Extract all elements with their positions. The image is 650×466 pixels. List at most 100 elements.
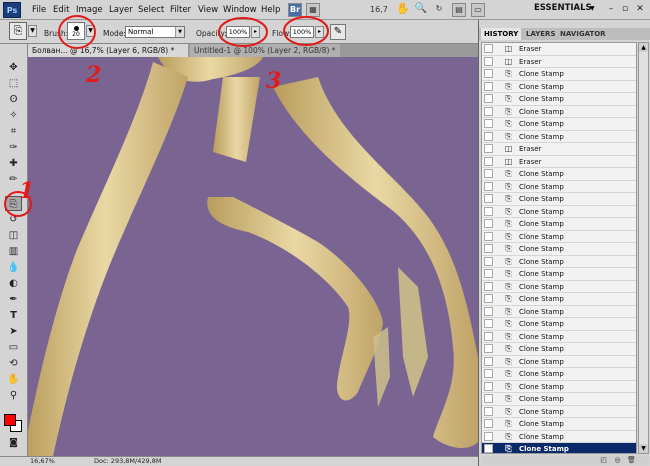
history-row-label: Eraser [519,45,542,53]
scroll-down-icon[interactable]: ▼ [639,444,648,453]
history-brush-source-checkbox[interactable] [484,181,493,191]
history-row[interactable]: ⎘ Clone Stamp [482,68,636,81]
history-brush-source-checkbox[interactable] [484,306,493,316]
clone-stamp-icon: ⎘ [505,169,512,178]
history-row[interactable]: ⎘ Clone Stamp [482,393,636,406]
history-brush-source-checkbox[interactable] [484,231,493,241]
history-row[interactable]: ◫ Eraser [482,143,636,156]
history-row[interactable]: ⎘ Clone Stamp [482,406,636,418]
history-row-label: Clone Stamp [519,95,564,103]
history-brush-source-checkbox[interactable] [484,419,493,428]
history-row-label: Clone Stamp [519,407,564,416]
scroll-up-icon[interactable]: ▲ [639,43,648,52]
status-bar: 16,67% Doc: 293,8M/429,8M [0,456,478,466]
history-panel-footer: ◰ ◎ 🗑 [481,456,649,465]
history-brush-source-checkbox[interactable] [484,369,493,378]
history-row-label: Eraser [519,157,542,166]
history-row[interactable]: ⎘ Clone Stamp [482,193,636,206]
history-row[interactable]: ⎘ Clone Stamp [482,418,636,431]
history-brush-source-checkbox[interactable] [484,244,493,253]
history-brush-source-checkbox[interactable] [484,406,493,416]
history-brush-source-checkbox[interactable] [484,344,493,353]
history-row-label: Clone Stamp [519,432,564,441]
history-row[interactable]: ⎘ Clone Stamp [482,431,636,443]
clone-stamp-icon: ⎘ [505,431,512,441]
tab-layers[interactable]: LAYERS [523,28,559,40]
clone-stamp-icon: ⎘ [505,331,512,341]
history-row[interactable]: ⎘ Clone Stamp [482,131,636,143]
new-snapshot-icon[interactable]: ◎ [613,456,622,465]
clone-stamp-icon: ⎘ [505,406,512,416]
history-row[interactable]: ⎘ Clone Stamp [482,343,636,356]
history-row[interactable]: ⎘ Clone Stamp [482,106,636,118]
history-brush-source-checkbox[interactable] [484,69,493,78]
tab-history[interactable]: HISTORY [481,28,522,40]
history-brush-source-checkbox[interactable] [484,281,493,291]
history-row[interactable]: ⎘ Clone Stamp [482,231,636,243]
history-row[interactable]: ⎘ Clone Stamp [482,168,636,181]
history-brush-source-checkbox[interactable] [484,444,493,453]
history-row-label: Clone Stamp [519,120,564,128]
history-brush-source-checkbox[interactable] [484,56,493,66]
history-brush-source-checkbox[interactable] [484,269,493,278]
history-brush-source-checkbox[interactable] [484,381,493,391]
history-brush-source-checkbox[interactable] [484,131,493,141]
clone-stamp-icon: ⎘ [505,306,512,316]
history-brush-source-checkbox[interactable] [484,294,493,303]
history-row[interactable]: ⎘ Clone Stamp [482,181,636,193]
history-row[interactable]: ⎘ Clone Stamp [482,443,636,453]
history-row-label: Eraser [519,145,542,153]
history-brush-source-checkbox[interactable] [484,44,493,53]
delete-icon[interactable]: 🗑 [627,456,636,465]
history-row[interactable]: ⎘ Clone Stamp [482,81,636,93]
history-row[interactable]: ⎘ Clone Stamp [482,381,636,393]
history-brush-source-checkbox[interactable] [484,206,493,216]
history-row[interactable]: ◫ Eraser [482,56,636,68]
history-brush-source-checkbox[interactable] [484,156,493,166]
history-brush-source-checkbox[interactable] [484,106,493,116]
history-row[interactable]: ⎘ Clone Stamp [482,93,636,106]
history-row[interactable]: ⎘ Clone Stamp [482,256,636,268]
history-brush-source-checkbox[interactable] [484,144,493,153]
history-scrollbar[interactable]: ▲ ▼ [638,42,649,454]
history-row[interactable]: ⎘ Clone Stamp [482,368,636,381]
history-row[interactable]: ⎘ Clone Stamp [482,206,636,218]
history-brush-source-checkbox[interactable] [484,319,493,328]
status-zoom[interactable]: 16,67% [30,457,55,466]
new-document-from-state-icon[interactable]: ◰ [599,456,608,465]
tab-navigator[interactable]: NAVIGATOR [557,28,609,40]
history-row[interactable]: ⎘ Clone Stamp [482,318,636,331]
history-brush-source-checkbox[interactable] [484,169,493,178]
history-row[interactable]: ⎘ Clone Stamp [482,243,636,256]
history-list[interactable]: ◫ Eraser ◫ Eraser ⎘ Clone Stamp ⎘ Clone Stamp ⎘ C… [481,42,637,454]
history-brush-source-checkbox[interactable] [484,394,493,403]
history-brush-source-checkbox[interactable] [484,194,493,203]
history-row[interactable]: ⎘ Clone Stamp [482,218,636,231]
history-row-label: Clone Stamp [519,107,564,116]
annotation-circle [283,16,329,46]
history-brush-source-checkbox[interactable] [484,331,493,341]
history-row[interactable]: ◫ Eraser [482,43,636,56]
history-brush-source-checkbox[interactable] [484,94,493,103]
history-row[interactable]: ⎘ Clone Stamp [482,281,636,293]
history-brush-source-checkbox[interactable] [484,256,493,266]
clone-stamp-icon: ⎘ [505,69,512,78]
history-brush-source-checkbox[interactable] [484,431,493,441]
history-brush-source-checkbox[interactable] [484,119,493,128]
history-row[interactable]: ⎘ Clone Stamp [482,356,636,368]
status-doc-size: Doc: 293,8M/429,8M [94,457,162,465]
history-row-label: Clone Stamp [519,132,564,141]
clone-stamp-icon: ⎘ [505,219,512,228]
history-row[interactable]: ◫ Eraser [482,156,636,168]
history-row[interactable]: ⎘ Clone Stamp [482,118,636,131]
history-brush-source-checkbox[interactable] [484,219,493,228]
history-row[interactable]: ⎘ Clone Stamp [482,306,636,318]
history-row-label: Clone Stamp [519,370,564,378]
history-row[interactable]: ⎘ Clone Stamp [482,268,636,281]
history-row[interactable]: ⎘ Clone Stamp [482,331,636,343]
history-brush-source-checkbox[interactable] [484,81,493,91]
clone-stamp-icon: ⎘ [505,356,512,366]
history-row-label: Eraser [519,57,542,66]
history-row[interactable]: ⎘ Clone Stamp [482,293,636,306]
history-brush-source-checkbox[interactable] [484,356,493,366]
